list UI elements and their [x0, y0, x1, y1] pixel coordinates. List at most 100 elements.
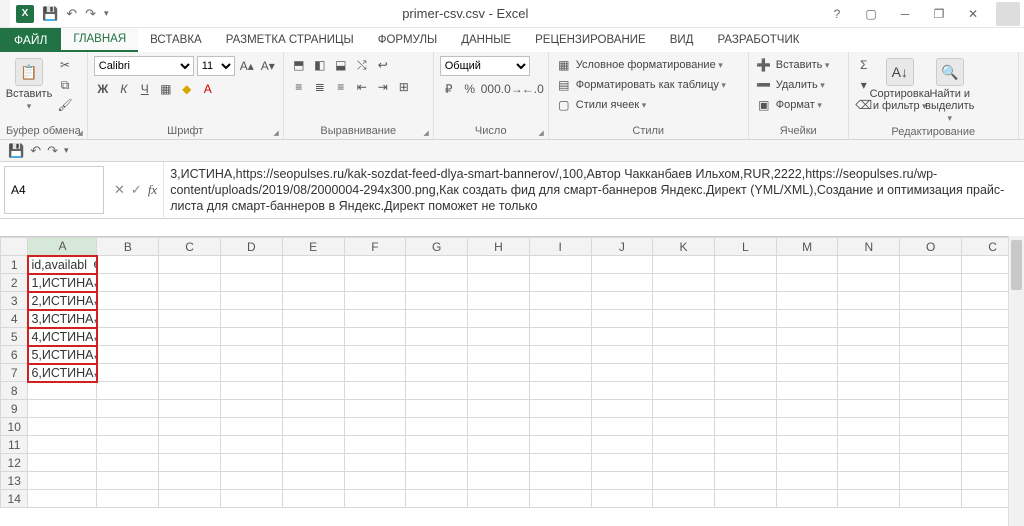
cell[interactable]: [900, 418, 962, 436]
tab-данные[interactable]: ДАННЫЕ: [449, 28, 523, 52]
cell[interactable]: [529, 364, 591, 382]
window-minimize-icon[interactable]: ─: [890, 4, 920, 24]
ribbon-help-icon[interactable]: ?: [822, 4, 852, 24]
cell[interactable]: [529, 382, 591, 400]
cell[interactable]: [653, 256, 715, 274]
percent-icon[interactable]: %: [461, 80, 479, 98]
cell[interactable]: [900, 310, 962, 328]
cell[interactable]: [220, 274, 282, 292]
column-header[interactable]: H: [468, 238, 530, 256]
cell[interactable]: [468, 292, 530, 310]
ribbon-collapse-icon[interactable]: ▢: [856, 4, 886, 24]
cell[interactable]: [406, 274, 468, 292]
cell[interactable]: 4,ИСТИНА,https://seopulses.ru/torgovaya-…: [28, 328, 97, 346]
cell[interactable]: [900, 382, 962, 400]
cell[interactable]: [468, 364, 530, 382]
underline-button[interactable]: Ч: [136, 80, 154, 98]
cell[interactable]: [28, 472, 97, 490]
cell[interactable]: [159, 310, 221, 328]
qat2-save-icon[interactable]: 💾: [8, 143, 24, 159]
cell[interactable]: [159, 472, 221, 490]
cell[interactable]: [344, 472, 406, 490]
tab-формулы[interactable]: ФОРМУЛЫ: [366, 28, 449, 52]
cell[interactable]: [714, 310, 776, 328]
cell[interactable]: [344, 400, 406, 418]
cell[interactable]: [220, 310, 282, 328]
column-header[interactable]: C: [159, 238, 221, 256]
cell[interactable]: [591, 400, 653, 418]
cell[interactable]: [529, 310, 591, 328]
cut-icon[interactable]: ✂: [56, 56, 74, 74]
cell[interactable]: [591, 364, 653, 382]
cell[interactable]: [28, 382, 97, 400]
font-name-select[interactable]: Calibri: [94, 56, 194, 76]
sort-filter-button[interactable]: A↓ Сортировка и фильтр: [877, 56, 923, 112]
delete-cells-button[interactable]: ➖Удалить: [755, 76, 825, 94]
cell[interactable]: [468, 472, 530, 490]
align-left-icon[interactable]: ≡: [290, 78, 308, 96]
cell[interactable]: [159, 328, 221, 346]
row-header[interactable]: 3: [1, 292, 28, 310]
cell[interactable]: [776, 346, 838, 364]
cell[interactable]: [714, 274, 776, 292]
cell[interactable]: [653, 346, 715, 364]
cell[interactable]: [776, 274, 838, 292]
fx-enter-icon[interactable]: ✓: [131, 182, 142, 198]
cell[interactable]: [653, 454, 715, 472]
column-header[interactable]: B: [97, 238, 159, 256]
cell[interactable]: [344, 490, 406, 508]
cell[interactable]: [591, 382, 653, 400]
cell[interactable]: [159, 256, 221, 274]
cell[interactable]: [714, 382, 776, 400]
cell[interactable]: [344, 436, 406, 454]
font-color-icon[interactable]: A: [199, 80, 217, 98]
cell[interactable]: [653, 472, 715, 490]
cell[interactable]: [653, 436, 715, 454]
cell[interactable]: [159, 364, 221, 382]
cell[interactable]: [406, 310, 468, 328]
cell[interactable]: 1,ИСТИНА,https://seopulses.ru/kak-sozdat…: [28, 274, 97, 292]
cell[interactable]: [282, 436, 344, 454]
cell[interactable]: [97, 346, 159, 364]
cell[interactable]: [159, 454, 221, 472]
column-header[interactable]: E: [282, 238, 344, 256]
name-box[interactable]: [4, 166, 104, 214]
cell[interactable]: [838, 256, 900, 274]
cell[interactable]: [900, 274, 962, 292]
row-header[interactable]: 14: [1, 490, 28, 508]
cell[interactable]: [220, 454, 282, 472]
cell[interactable]: [900, 328, 962, 346]
insert-cells-button[interactable]: ➕Вставить: [755, 56, 830, 74]
select-all-corner[interactable]: [1, 238, 28, 256]
cell[interactable]: [344, 346, 406, 364]
qat-save-icon[interactable]: 💾: [42, 6, 58, 22]
decrease-indent-icon[interactable]: ⇤: [353, 78, 371, 96]
cell[interactable]: [653, 364, 715, 382]
cell[interactable]: [406, 292, 468, 310]
column-header[interactable]: F: [344, 238, 406, 256]
cell[interactable]: [468, 454, 530, 472]
cell[interactable]: [344, 454, 406, 472]
cell[interactable]: [468, 256, 530, 274]
cell[interactable]: [468, 310, 530, 328]
cell[interactable]: [900, 364, 962, 382]
cell[interactable]: [838, 346, 900, 364]
cell[interactable]: [406, 328, 468, 346]
column-header[interactable]: D: [220, 238, 282, 256]
cell[interactable]: [653, 292, 715, 310]
cell[interactable]: [97, 454, 159, 472]
row-header[interactable]: 11: [1, 436, 28, 454]
cell[interactable]: [468, 436, 530, 454]
row-header[interactable]: 4: [1, 310, 28, 328]
cell[interactable]: [591, 310, 653, 328]
cell[interactable]: [591, 472, 653, 490]
cell[interactable]: [714, 400, 776, 418]
cell[interactable]: [468, 400, 530, 418]
cell[interactable]: [468, 274, 530, 292]
tab-рецензирование[interactable]: РЕЦЕНЗИРОВАНИЕ: [523, 28, 658, 52]
cell[interactable]: [714, 328, 776, 346]
qat2-redo-icon[interactable]: ↷: [47, 143, 58, 159]
cell[interactable]: [776, 436, 838, 454]
cell[interactable]: [282, 454, 344, 472]
cell[interactable]: [406, 436, 468, 454]
